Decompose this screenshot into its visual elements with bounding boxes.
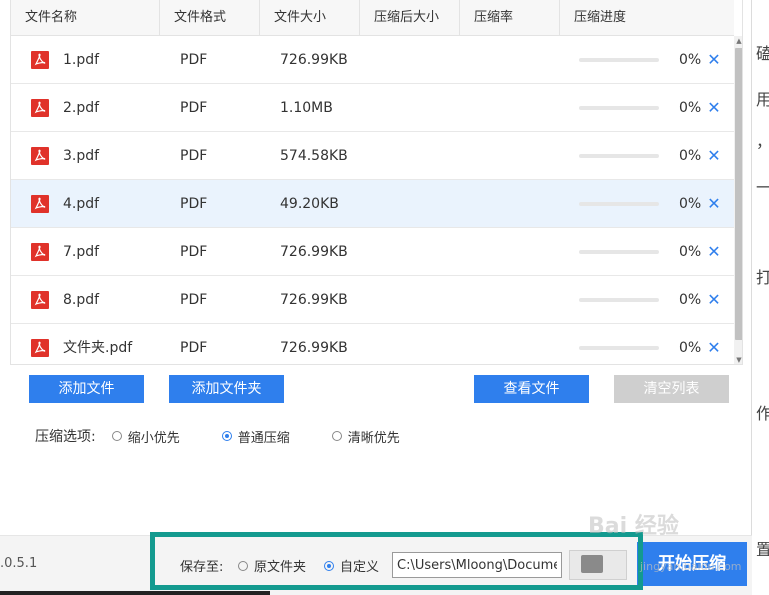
table-row[interactable]: 文件夹.pdf PDF 726.99KB 0% ✕ bbox=[11, 324, 734, 364]
table-row[interactable]: 4.pdf PDF 49.20KB 0% ✕ bbox=[11, 180, 734, 228]
progress-percent: 0% bbox=[679, 100, 702, 116]
file-format: PDF bbox=[180, 148, 208, 164]
pdf-file-icon bbox=[31, 147, 49, 165]
remove-row-close-icon[interactable]: ✕ bbox=[707, 132, 721, 180]
remove-row-close-icon[interactable]: ✕ bbox=[707, 36, 721, 84]
radio-clarity-first[interactable]: 清晰优先 bbox=[331, 427, 400, 446]
radio-circle-icon bbox=[331, 431, 342, 441]
bg-char: 一 bbox=[756, 178, 769, 197]
file-format: PDF bbox=[180, 100, 208, 116]
file-name: 7.pdf bbox=[63, 244, 100, 260]
remove-row-close-icon[interactable]: ✕ bbox=[707, 84, 721, 132]
file-format: PDF bbox=[180, 292, 208, 308]
annotation-highlight-box bbox=[150, 532, 643, 590]
file-name: 4.pdf bbox=[63, 196, 100, 212]
pdf-file-icon bbox=[31, 195, 49, 213]
file-size: 726.99KB bbox=[280, 244, 348, 260]
scroll-up-arrow-icon[interactable]: ▲ bbox=[734, 36, 742, 46]
table-row[interactable]: 2.pdf PDF 1.10MB 0% ✕ bbox=[11, 84, 734, 132]
column-header-size: 文件大小 bbox=[260, 0, 360, 36]
bg-char: 作 bbox=[756, 404, 769, 423]
background-document: 磕 用 ， 一 打 作 置 bbox=[752, 0, 769, 595]
file-name: 2.pdf bbox=[63, 100, 100, 116]
compressor-window: 文件名称 文件格式 文件大小 压缩后大小 压缩率 压缩进度 1.pdf PDF 72… bbox=[0, 0, 752, 595]
radio-label: 清晰优先 bbox=[347, 430, 400, 446]
vertical-scrollbar[interactable]: ▲ ▼ bbox=[734, 36, 742, 364]
radio-circle-icon bbox=[111, 431, 122, 441]
bg-char: 置 bbox=[756, 540, 769, 559]
file-size: 574.58KB bbox=[280, 148, 348, 164]
table-header: 文件名称 文件格式 文件大小 压缩后大小 压缩率 压缩进度 bbox=[11, 0, 734, 36]
file-size: 726.99KB bbox=[280, 292, 348, 308]
progress-percent: 0% bbox=[679, 196, 702, 212]
bg-char: 磕 bbox=[756, 44, 769, 63]
file-size: 726.99KB bbox=[280, 340, 348, 356]
pdf-file-icon bbox=[31, 51, 49, 69]
file-table: 文件名称 文件格式 文件大小 压缩后大小 压缩率 压缩进度 1.pdf PDF 72… bbox=[10, 0, 743, 365]
remove-row-close-icon[interactable]: ✕ bbox=[707, 324, 721, 364]
add-file-button[interactable]: 添加文件 bbox=[29, 375, 144, 403]
progress-bar bbox=[579, 250, 659, 254]
file-name: 8.pdf bbox=[63, 292, 100, 308]
file-format: PDF bbox=[180, 196, 208, 212]
progress-bar bbox=[579, 346, 659, 350]
file-format: PDF bbox=[180, 340, 208, 356]
progress-percent: 0% bbox=[679, 292, 702, 308]
radio-normal[interactable]: 普通压缩 bbox=[221, 427, 290, 446]
scroll-down-arrow-icon[interactable]: ▼ bbox=[734, 355, 742, 364]
column-header-format: 文件格式 bbox=[160, 0, 260, 36]
clear-list-button[interactable]: 清空列表 bbox=[614, 375, 729, 403]
progress-bar bbox=[579, 298, 659, 302]
pdf-file-icon bbox=[31, 291, 49, 309]
table-row[interactable]: 7.pdf PDF 726.99KB 0% ✕ bbox=[11, 228, 734, 276]
radio-checked-icon bbox=[221, 431, 232, 441]
scroll-thumb[interactable] bbox=[735, 48, 742, 340]
compression-options: 压缩选项: 缩小优先 普通压缩 清晰优先 bbox=[35, 424, 400, 448]
compression-label: 压缩选项: bbox=[35, 429, 96, 445]
view-files-button[interactable]: 查看文件 bbox=[474, 375, 589, 403]
file-size: 49.20KB bbox=[280, 196, 339, 212]
column-header-progress: 压缩进度 bbox=[574, 10, 627, 25]
pdf-file-icon bbox=[31, 243, 49, 261]
progress-bar bbox=[579, 58, 659, 62]
radio-shrink-first[interactable]: 缩小优先 bbox=[111, 427, 180, 446]
progress-bar bbox=[579, 106, 659, 110]
progress-bar bbox=[579, 202, 659, 206]
column-header-compressed-size: 压缩后大小 bbox=[360, 0, 460, 36]
start-compress-button[interactable]: 开始压缩 bbox=[637, 542, 747, 586]
progress-percent: 0% bbox=[679, 340, 702, 356]
bg-char: ， bbox=[756, 128, 769, 152]
table-row[interactable]: 3.pdf PDF 574.58KB 0% ✕ bbox=[11, 132, 734, 180]
file-name: 1.pdf bbox=[63, 52, 100, 68]
pdf-file-icon bbox=[31, 99, 49, 117]
progress-percent: 0% bbox=[679, 244, 702, 260]
bg-char: 打 bbox=[756, 268, 769, 287]
progress-percent: 0% bbox=[679, 148, 702, 164]
column-header-ratio: 压缩率 bbox=[460, 0, 560, 36]
remove-row-close-icon[interactable]: ✕ bbox=[707, 228, 721, 276]
radio-label: 普通压缩 bbox=[237, 430, 290, 446]
bg-char: 用 bbox=[756, 90, 769, 109]
file-format: PDF bbox=[180, 52, 208, 68]
taskbar-edge bbox=[0, 591, 270, 595]
file-name: 文件夹.pdf bbox=[63, 340, 133, 356]
file-size: 1.10MB bbox=[280, 100, 333, 116]
file-name: 3.pdf bbox=[63, 148, 100, 164]
remove-row-close-icon[interactable]: ✕ bbox=[707, 180, 721, 228]
progress-percent: 0% bbox=[679, 52, 702, 68]
radio-label: 缩小优先 bbox=[127, 430, 180, 446]
column-header-name: 文件名称 bbox=[11, 0, 160, 36]
pdf-file-icon bbox=[31, 339, 49, 357]
file-format: PDF bbox=[180, 244, 208, 260]
version-label: .0.5.1 bbox=[0, 556, 38, 571]
table-row[interactable]: 1.pdf PDF 726.99KB 0% ✕ bbox=[11, 36, 734, 84]
progress-bar bbox=[579, 154, 659, 158]
add-folder-button[interactable]: 添加文件夹 bbox=[169, 375, 284, 403]
table-row[interactable]: 8.pdf PDF 726.99KB 0% ✕ bbox=[11, 276, 734, 324]
file-size: 726.99KB bbox=[280, 52, 348, 68]
remove-row-close-icon[interactable]: ✕ bbox=[707, 276, 721, 324]
table-body: 1.pdf PDF 726.99KB 0% ✕ 2.pdf PDF 1.10MB 0% ✕ 3.pd… bbox=[11, 36, 734, 364]
